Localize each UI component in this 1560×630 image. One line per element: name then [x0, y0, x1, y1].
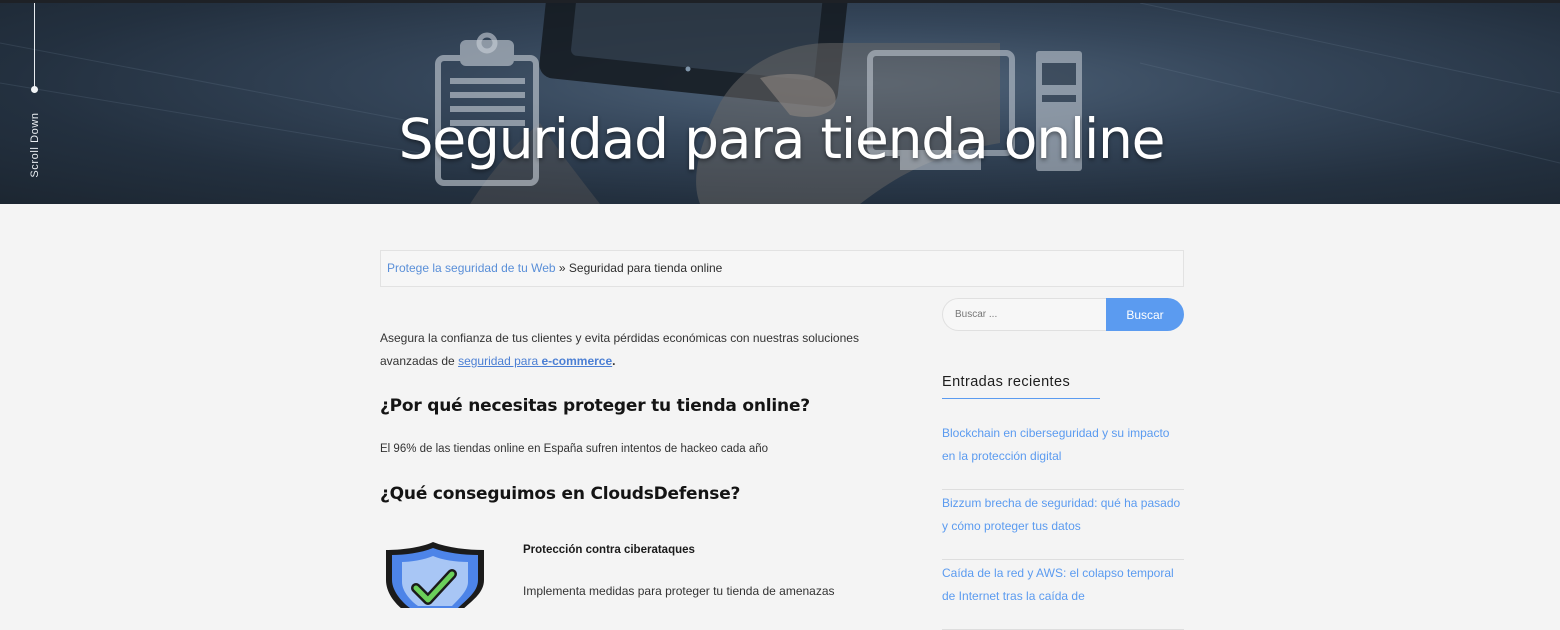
stat-text: El 96% de las tiendas online en España s…	[380, 443, 769, 455]
ecommerce-security-link[interactable]: seguridad para e-commerce	[458, 354, 612, 368]
recent-post-link[interactable]: Bizzum brecha de seguridad: qué ha pasad…	[942, 490, 1184, 560]
recent-posts-title: Entradas recientes	[942, 374, 1071, 390]
recent-post-link[interactable]: Caída de la red y AWS: el colapso tempor…	[942, 560, 1184, 630]
feature-title: Protección contra ciberataques	[523, 544, 695, 556]
breadcrumb-link-home[interactable]: Protege la seguridad de tu Web	[387, 261, 556, 275]
breadcrumb-current: Seguridad para tienda online	[568, 261, 723, 275]
scroll-down-indicator[interactable]: Scroll Down	[0, 3, 70, 204]
recent-posts-list: Blockchain en ciberseguridad y su impact…	[942, 420, 1184, 630]
feature-description: Implementa medidas para proteger tu tien…	[523, 584, 835, 598]
scroll-dot	[31, 86, 38, 93]
intro-text: Asegura la confianza de tus clientes y e…	[380, 331, 859, 368]
page-title: Seguridad para tienda online	[398, 107, 1166, 171]
heading-why-protect: ¿Por qué necesitas proteger tu tienda on…	[380, 396, 810, 416]
hero-background-illustration	[0, 3, 1560, 204]
search-input[interactable]	[942, 298, 1112, 331]
recent-posts-underline	[942, 398, 1100, 399]
search-button[interactable]: Buscar	[1106, 298, 1184, 331]
ecommerce-link-bold: e-commerce	[541, 354, 613, 368]
intro-end: .	[612, 354, 616, 368]
scroll-line	[34, 3, 35, 89]
breadcrumb-separator: »	[555, 261, 569, 275]
shield-check-icon	[386, 542, 484, 608]
recent-post-link[interactable]: Blockchain en ciberseguridad y su impact…	[942, 420, 1184, 490]
hero-banner: Scroll Down Seguridad para tienda online	[0, 3, 1560, 204]
ecommerce-link-plain: seguridad para	[458, 354, 542, 368]
heading-what-we-achieve: ¿Qué conseguimos en CloudsDefense?	[380, 484, 741, 504]
breadcrumb: Protege la seguridad de tu Web » Segurid…	[380, 250, 1184, 287]
intro-paragraph: Asegura la confianza de tus clientes y e…	[380, 327, 900, 373]
